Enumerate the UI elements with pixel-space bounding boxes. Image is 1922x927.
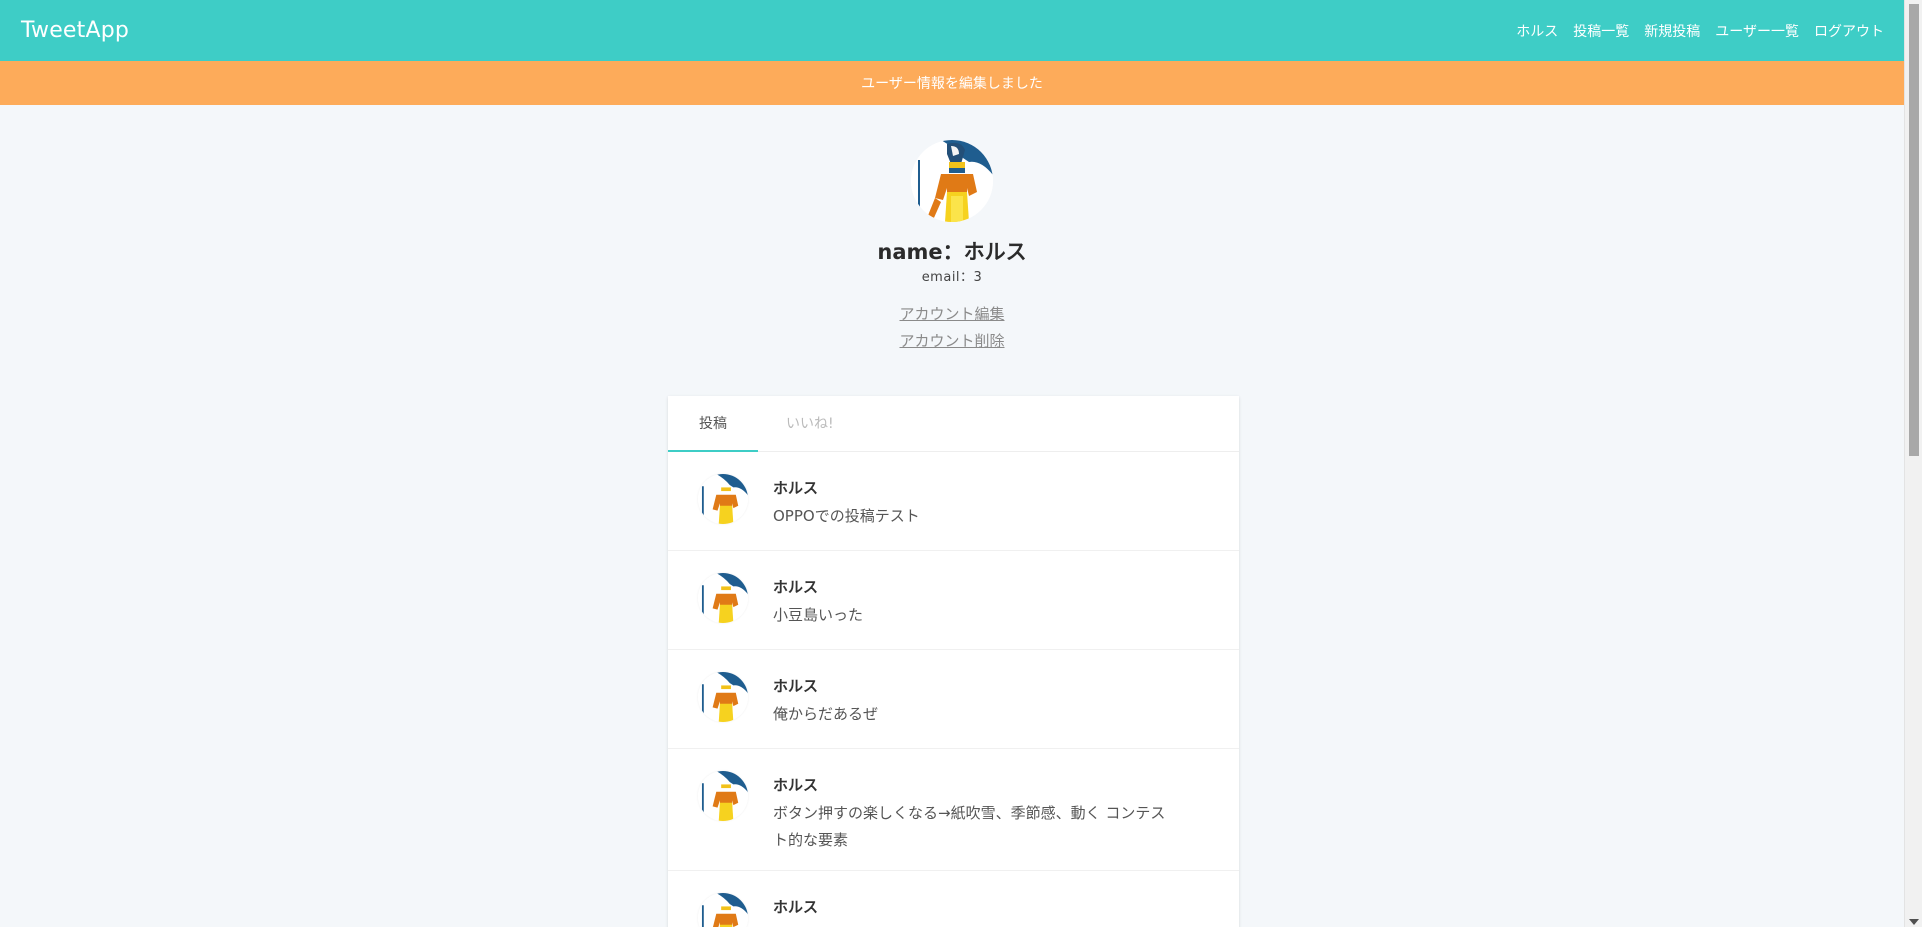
scroll-down-arrow-icon[interactable] xyxy=(1909,919,1919,925)
account-edit-link[interactable]: アカウント編集 xyxy=(0,303,1904,324)
post-item[interactable]: ホルス xyxy=(668,871,1239,927)
horus-figure-avatar-icon xyxy=(698,672,748,722)
nav-item-new-post[interactable]: 新規投稿 xyxy=(1644,21,1700,41)
account-delete-link[interactable]: アカウント削除 xyxy=(0,330,1904,351)
post-item[interactable]: ホルス 俺からだあるぜ xyxy=(668,650,1239,749)
profile-name: name：ホルス xyxy=(877,240,1027,264)
page-scrollbar[interactable] xyxy=(1904,0,1922,927)
tab-bar: 投稿 いいね! xyxy=(668,396,1239,452)
post-item[interactable]: ホルス 小豆島いった xyxy=(668,551,1239,650)
profile-avatar xyxy=(911,140,993,222)
nav-item-user[interactable]: ホルス xyxy=(1516,21,1558,41)
horus-figure-avatar-icon xyxy=(698,573,748,623)
horus-figure-avatar-icon xyxy=(911,140,993,222)
post-item[interactable]: ホルス OPPOでの投稿テスト xyxy=(668,452,1239,551)
horus-figure-avatar-icon xyxy=(698,771,748,821)
post-avatar[interactable] xyxy=(698,474,748,524)
post-text: OPPOでの投稿テスト xyxy=(773,507,920,525)
post-avatar[interactable] xyxy=(698,893,748,927)
app-logo[interactable]: TweetApp xyxy=(21,18,129,43)
post-text: 俺からだあるぜ xyxy=(773,705,879,723)
post-username[interactable]: ホルス xyxy=(773,774,818,795)
header-nav: ホルス 投稿一覧 新規投稿 ユーザー一覧 ログアウト xyxy=(1516,21,1884,41)
post-username[interactable]: ホルス xyxy=(773,675,818,696)
post-username[interactable]: ホルス xyxy=(773,576,818,597)
post-username[interactable]: ホルス xyxy=(773,477,818,498)
tab-likes[interactable]: いいね! xyxy=(786,396,834,452)
header: TweetApp ホルス 投稿一覧 新規投稿 ユーザー一覧 ログアウト xyxy=(0,0,1904,61)
flash-message: ユーザー情報を編集しました xyxy=(0,61,1904,105)
post-avatar[interactable] xyxy=(698,573,748,623)
post-username[interactable]: ホルス xyxy=(773,896,818,917)
profile-email: email：3 xyxy=(921,270,983,285)
posts-card: 投稿 いいね! ホルス OPPOでの投稿テスト ホルス 小豆島いった ホルス 俺… xyxy=(668,396,1239,927)
horus-figure-avatar-icon xyxy=(698,474,748,524)
nav-item-users[interactable]: ユーザー一覧 xyxy=(1715,21,1799,41)
nav-item-posts[interactable]: 投稿一覧 xyxy=(1573,21,1629,41)
post-item[interactable]: ホルス ボタン押すの楽しくなる→紙吹雪、季節感、動く コンテスト的な要素 xyxy=(668,749,1239,871)
post-text: ボタン押すの楽しくなる→紙吹雪、季節感、動く コンテスト的な要素 xyxy=(773,804,1166,849)
post-avatar[interactable] xyxy=(698,771,748,821)
post-avatar[interactable] xyxy=(698,672,748,722)
scrollbar-thumb[interactable] xyxy=(1909,4,1919,456)
nav-item-logout[interactable]: ログアウト xyxy=(1814,21,1884,41)
post-text: 小豆島いった xyxy=(773,606,864,624)
tab-posts[interactable]: 投稿 xyxy=(668,396,758,452)
horus-figure-avatar-icon xyxy=(698,893,748,927)
